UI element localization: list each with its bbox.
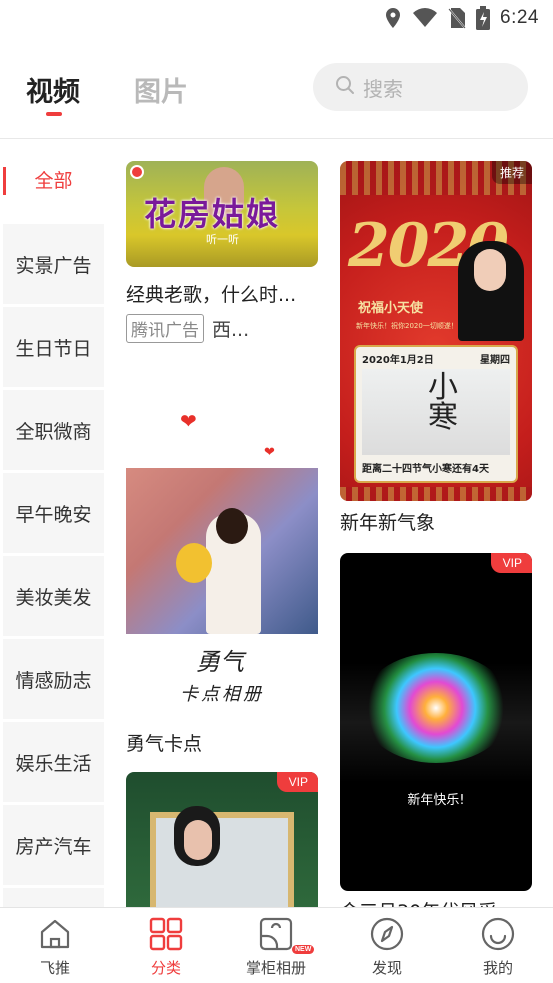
bottom-navigation: 飞推 分类 NEW 掌柜相册 发现 我的 bbox=[0, 907, 553, 983]
card-title[interactable]: 金三月30年代风采... bbox=[340, 897, 515, 907]
sidebar-item-partial[interactable] bbox=[3, 888, 104, 907]
thumbnail-person-face bbox=[184, 820, 212, 860]
card-thumbnail-caption[interactable]: 勇气 卡点相册 bbox=[126, 634, 318, 724]
nav-category[interactable]: 分类 bbox=[111, 916, 221, 982]
thumbnail-frame bbox=[150, 812, 294, 907]
thumbnail-subtitle: 听一听 bbox=[206, 233, 239, 246]
thumbnail-small-text: 新年快乐！祝你2020一切顺遂！ bbox=[356, 322, 458, 330]
calendar-countdown: 距离二十四节气小寒还有4天 bbox=[362, 464, 489, 475]
thumbnail-blessing: 祝福小天使 bbox=[358, 301, 424, 316]
thumbnail-calendar: 2020年1月2日 星期四 小寒 距离二十四节气小寒还有4天 bbox=[354, 345, 518, 483]
sidebar-active-indicator bbox=[3, 167, 6, 195]
search-bar[interactable]: 搜索 bbox=[313, 63, 528, 111]
thumbnail-fireworks bbox=[360, 653, 512, 763]
card-thumbnail-new-year[interactable]: 2020 祝福小天使 新年快乐！祝你2020一切顺遂！ 2020年1月2日 星期… bbox=[340, 161, 532, 501]
new-badge: NEW bbox=[292, 945, 315, 954]
nav-label: 发现 bbox=[371, 959, 402, 977]
home-icon bbox=[0, 916, 110, 952]
smile-icon bbox=[443, 916, 553, 952]
vip-badge: VIP bbox=[276, 772, 318, 792]
heart-icon: ❤ bbox=[180, 409, 197, 433]
sidebar-item-label: 美妆美发 bbox=[15, 586, 92, 609]
sidebar-item-label: 生日节日 bbox=[15, 337, 92, 360]
wifi-icon bbox=[412, 8, 438, 28]
thumbnail-bouquet bbox=[176, 543, 212, 583]
card-title[interactable]: 经典老歌，什么时... bbox=[126, 280, 296, 307]
thumbnail-title: 花房姑娘 bbox=[144, 195, 281, 233]
sidebar-item-label: 早午晚安 bbox=[15, 503, 92, 526]
no-sim-icon bbox=[448, 7, 466, 29]
nav-label: 掌柜相册 bbox=[245, 959, 306, 977]
sidebar-item-real-ads[interactable]: 实景广告 bbox=[3, 224, 104, 304]
nav-discover[interactable]: 发现 bbox=[332, 916, 442, 982]
card-title[interactable]: 新年新气象 bbox=[340, 508, 435, 535]
nav-label: 分类 bbox=[150, 959, 181, 977]
grid-icon bbox=[111, 916, 221, 952]
thumbnail-caption-title: 勇气 bbox=[196, 648, 244, 676]
sidebar-item-greetings[interactable]: 早午晚安 bbox=[3, 473, 104, 553]
thumbnail-person-face bbox=[474, 249, 506, 291]
sidebar-item-label: 全部 bbox=[34, 169, 73, 192]
card-thumbnail-fireworks[interactable]: 新年快乐! VIP bbox=[340, 553, 532, 891]
sidebar-item-label: 全职微商 bbox=[15, 420, 92, 443]
top-header: 视频 图片 搜索 bbox=[0, 52, 553, 138]
ad-row[interactable]: 腾讯广告 西... bbox=[126, 314, 249, 343]
tab-image[interactable]: 图片 bbox=[134, 70, 188, 109]
nav-label: 我的 bbox=[482, 959, 513, 977]
sidebar-item-all[interactable]: 全部 bbox=[3, 139, 104, 219]
sidebar-item-label: 实景广告 bbox=[15, 254, 92, 277]
status-bar: 6:24 bbox=[0, 0, 553, 40]
location-icon bbox=[384, 7, 402, 29]
calendar-date: 2020年1月2日 bbox=[362, 355, 434, 366]
sidebar-item-beauty[interactable]: 美妆美发 bbox=[3, 556, 104, 636]
thumbnail-decoration bbox=[340, 487, 532, 501]
calendar-solar-term: 小寒 bbox=[428, 370, 458, 435]
search-icon bbox=[335, 75, 355, 99]
tab-active-indicator bbox=[46, 112, 62, 116]
ad-text: 西... bbox=[212, 319, 250, 341]
card-thumbnail-song[interactable]: 花房姑娘 听一听 bbox=[126, 161, 318, 267]
thumbnail-caption-subtitle: 卡点相册 bbox=[180, 684, 264, 705]
sidebar-item-label: 情感励志 bbox=[15, 669, 92, 692]
sidebar-item-realestate-car[interactable]: 房产汽车 bbox=[3, 805, 104, 885]
sidebar-item-label: 娱乐生活 bbox=[15, 752, 92, 775]
thumbnail-person-head bbox=[216, 508, 248, 544]
compass-icon bbox=[332, 916, 442, 952]
card-thumbnail-photo-frame[interactable]: VIP bbox=[126, 772, 318, 907]
status-icons: 6:24 bbox=[384, 6, 539, 30]
sidebar-item-emotion[interactable]: 情感励志 bbox=[3, 639, 104, 719]
thumbnail-text: 新年快乐! bbox=[407, 793, 465, 808]
nav-album[interactable]: NEW 掌柜相册 bbox=[221, 916, 331, 982]
ad-tag: 腾讯广告 bbox=[126, 314, 204, 343]
nav-label: 飞推 bbox=[39, 959, 70, 977]
recommend-badge: 推荐 bbox=[491, 161, 532, 184]
template-grid: 花房姑娘 听一听 经典老歌，什么时... 腾讯广告 西... ❤ ❤ 勇气 卡点… bbox=[104, 139, 553, 907]
nav-feitui[interactable]: 飞推 bbox=[0, 916, 110, 982]
card-thumbnail-courage[interactable] bbox=[126, 468, 318, 634]
vip-badge: VIP bbox=[490, 553, 532, 573]
card-title[interactable]: 勇气卡点 bbox=[126, 729, 202, 756]
sidebar-item-birthday-holiday[interactable]: 生日节日 bbox=[3, 307, 104, 387]
search-placeholder: 搜索 bbox=[363, 76, 403, 101]
category-sidebar: 全部 实景广告 生日节日 全职微商 早午晚安 美妆美发 情感励志 娱乐生活 房产… bbox=[0, 139, 104, 907]
sidebar-item-label: 房产汽车 bbox=[15, 835, 92, 858]
sidebar-item-fulltime-microbusiness[interactable]: 全职微商 bbox=[3, 390, 104, 470]
heart-icon: ❤ bbox=[264, 445, 275, 460]
battery-charging-icon bbox=[476, 6, 491, 30]
nav-mine[interactable]: 我的 bbox=[443, 916, 553, 982]
album-icon bbox=[221, 916, 331, 952]
clock-time: 6:24 bbox=[500, 7, 539, 28]
calendar-weekday: 星期四 bbox=[480, 355, 510, 366]
tab-video[interactable]: 视频 bbox=[26, 70, 80, 109]
sidebar-item-entertainment[interactable]: 娱乐生活 bbox=[3, 722, 104, 802]
video-indicator-icon bbox=[130, 165, 144, 179]
